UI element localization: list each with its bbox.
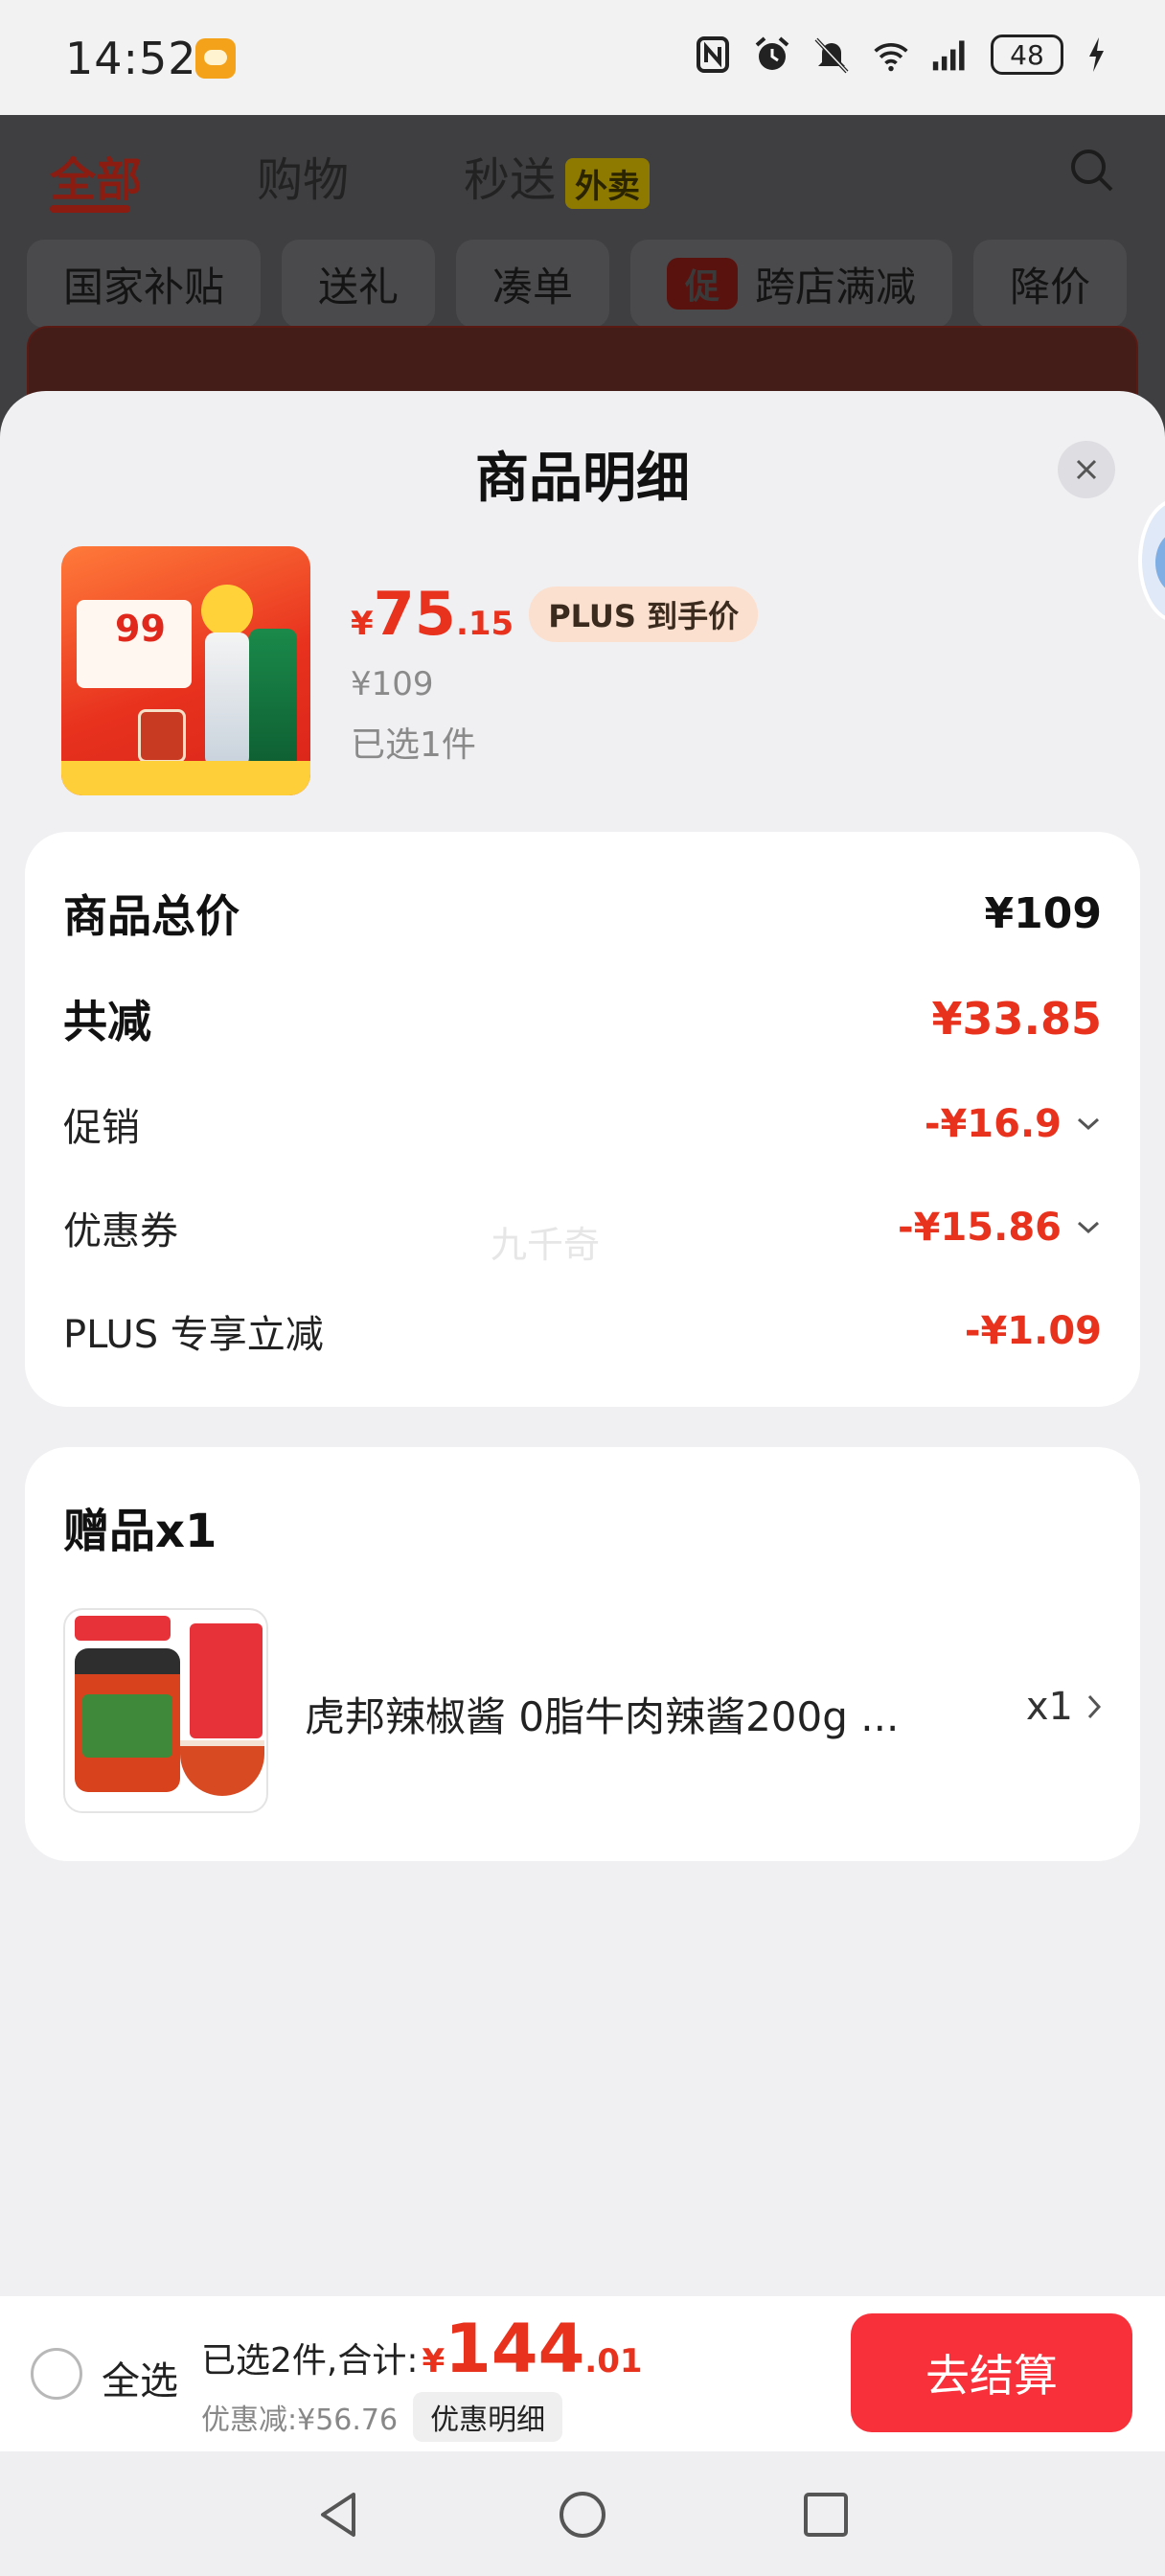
close-button[interactable] <box>1058 441 1115 498</box>
active-tab-indicator <box>50 205 130 213</box>
gift-quantity-value: x1 <box>1025 1685 1073 1729</box>
status-bar: 14:52 48 <box>0 0 1165 115</box>
wifi-icon <box>872 34 910 75</box>
product-image-price: 99 <box>115 608 166 650</box>
select-all-radio[interactable] <box>31 2348 82 2400</box>
total-price-label: 商品总价 <box>63 890 240 942</box>
product-detail-sheet: 商品明细 99 ¥ 75 .15 PLUS 到手价 ¥109 已选1件 商品总价… <box>0 391 1165 2576</box>
system-nav-bar <box>0 2451 1165 2576</box>
plus-discount-row: PLUS 专享立减 -¥1.09 <box>63 1303 1102 1359</box>
tab-instant-label: 秒送 <box>464 153 557 207</box>
mute-icon <box>812 34 851 75</box>
gift-name[interactable]: 虎邦辣椒酱 0脂牛肉辣酱200g ... <box>305 1685 899 1743</box>
watermark: 九千奇 <box>491 1224 601 1266</box>
price-integer: 75 <box>373 579 456 649</box>
status-icons: 48 <box>694 34 1108 75</box>
chip-price-drop[interactable]: 降价 <box>973 240 1128 328</box>
total-price-value: ¥109 <box>984 888 1102 938</box>
gift-image-bowl <box>180 1740 264 1796</box>
close-icon <box>1076 459 1097 480</box>
product-image-jar <box>138 709 186 763</box>
coupon-label: 优惠券 <box>63 1209 178 1254</box>
chevron-down-icon <box>1077 1221 1100 1234</box>
total-price-row: 商品总价 ¥109 <box>63 882 1102 945</box>
promo-icon: 促 <box>667 258 739 310</box>
discount-text: 优惠减:¥56.76 <box>201 2404 399 2437</box>
back-icon[interactable] <box>310 2486 368 2543</box>
chip-bundle[interactable]: 凑单 <box>456 240 610 328</box>
gift-quantity[interactable]: x1 <box>1026 1685 1102 1729</box>
filter-chips: 国家补贴 送礼 凑单 促跨店满减 降价 <box>27 240 1128 328</box>
discount-summary: 优惠减:¥56.76 优惠明细 <box>201 2392 563 2442</box>
battery-icon: 48 <box>991 34 1063 75</box>
gift-title: 赠品x1 <box>63 1505 217 1558</box>
coupon-value-wrap: -¥15.86 <box>898 1206 1102 1250</box>
plus-price-badge: PLUS 到手价 <box>529 586 759 642</box>
signal-icon <box>931 34 970 75</box>
original-price: ¥109 <box>351 665 434 703</box>
home-icon[interactable] <box>554 2486 611 2543</box>
product-image-can-white <box>205 632 249 767</box>
nfc-icon <box>694 34 732 75</box>
total-label: 已选2件,合计: <box>201 2341 419 2380</box>
total-reduction-value: ¥33.85 <box>931 993 1102 1045</box>
search-icon[interactable] <box>1067 146 1117 199</box>
tab-all[interactable]: 全部 <box>50 142 142 209</box>
checkout-button[interactable]: 去结算 <box>851 2313 1132 2432</box>
background-tabs: 全部 购物 秒送 外卖 <box>50 142 651 209</box>
product-image-band <box>61 761 310 795</box>
plus-discount-label: PLUS 专享立减 <box>63 1313 324 1357</box>
tab-shopping[interactable]: 购物 <box>257 142 349 209</box>
alarm-icon <box>753 34 791 75</box>
tab-instant[interactable]: 秒送 外卖 <box>464 142 651 209</box>
checkout-bar: 全选 已选2件,合计: ¥ 144 .01 优惠减:¥56.76 优惠明细 去结… <box>0 2296 1165 2451</box>
chip-cross-store[interactable]: 促跨店满减 <box>630 240 953 328</box>
chevron-right-icon <box>1087 1694 1102 1719</box>
discount-detail-button[interactable]: 优惠明细 <box>413 2392 563 2442</box>
total-reduction-label: 共减 <box>63 996 151 1047</box>
promotion-value: -¥16.9 <box>924 1102 1062 1146</box>
recent-apps-icon[interactable] <box>797 2486 855 2543</box>
chevron-down-icon <box>1077 1117 1100 1131</box>
waimai-tag: 外卖 <box>565 157 651 209</box>
select-all-label[interactable]: 全选 <box>102 2350 178 2405</box>
total-integer: 144 <box>445 2310 585 2388</box>
chip-gift[interactable]: 送礼 <box>282 240 436 328</box>
product-price: ¥ 75 .15 PLUS 到手价 <box>351 579 759 649</box>
total-decimal: .01 <box>584 2342 643 2380</box>
chip-national-subsidy[interactable]: 国家补贴 <box>27 240 262 328</box>
gift-image[interactable] <box>63 1608 268 1813</box>
gift-image-label <box>82 1694 172 1758</box>
gift-image-header <box>75 1616 171 1641</box>
gift-image-card <box>190 1623 263 1738</box>
status-time: 14:52 <box>65 33 197 84</box>
price-breakdown-card: 商品总价 ¥109 共减 ¥33.85 促销 -¥16.9 优惠券 -¥15.8… <box>25 832 1140 1407</box>
selected-count: 已选1件 <box>351 725 476 765</box>
product-image-badge <box>201 585 253 636</box>
promotion-row[interactable]: 促销 -¥16.9 <box>63 1096 1102 1152</box>
gift-card: 赠品x1 虎邦辣椒酱 0脂牛肉辣酱200g ... x1 <box>25 1447 1140 1861</box>
product-image[interactable]: 99 <box>61 546 310 795</box>
total-reduction-row: 共减 ¥33.85 <box>63 987 1102 1050</box>
plus-discount-value: -¥1.09 <box>964 1309 1102 1353</box>
promotion-value-wrap: -¥16.9 <box>925 1102 1102 1146</box>
price-currency: ¥ <box>351 605 374 643</box>
total-currency: ¥ <box>422 2342 445 2380</box>
app-notification-icon <box>195 38 236 79</box>
sheet-title: 商品明细 <box>475 448 690 510</box>
charging-icon <box>1085 34 1108 75</box>
chip-cross-store-label: 跨店满减 <box>755 263 917 310</box>
coupon-value: -¥15.86 <box>898 1206 1062 1250</box>
promotion-label: 促销 <box>63 1106 140 1150</box>
product-image-can-green <box>249 629 297 769</box>
price-decimal: .15 <box>455 605 514 643</box>
total-summary: 已选2件,合计: ¥ 144 .01 <box>201 2310 643 2388</box>
